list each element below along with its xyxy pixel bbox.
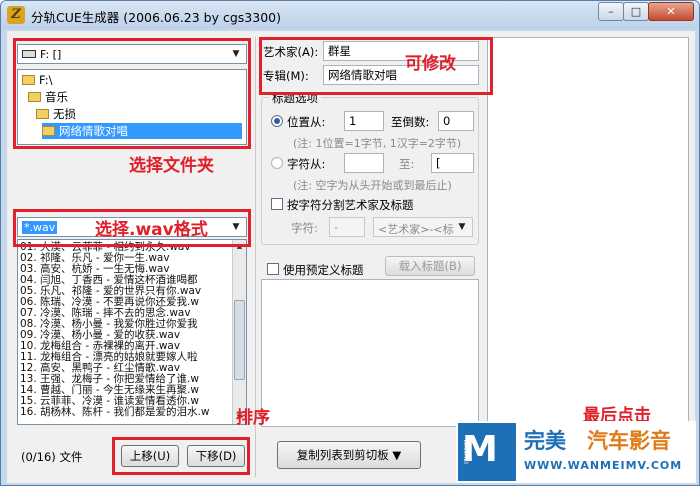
annotation-sort: 排序 — [236, 408, 270, 428]
watermark-logo: M WANMEI 完美 汽车影音 WWW.WANMEIMV.COM — [456, 421, 696, 483]
annotation-box-sort — [112, 437, 250, 475]
scrollbar-thumb[interactable] — [234, 300, 245, 380]
predef-title-checkbox[interactable] — [267, 263, 279, 275]
chevron-down-icon[interactable]: ▼ — [454, 219, 470, 235]
split-artist-checkbox[interactable] — [271, 198, 283, 210]
split-artist-label: 按字符分割艺术家及标题 — [287, 198, 414, 212]
char-to-field[interactable]: [ — [431, 153, 474, 173]
list-item[interactable]: 16. 胡杨林、陈杆 - 我们都是爱的泪水.w — [20, 407, 209, 418]
app-window: Z 分轨CUE生成器 (2006.06.23 by cgs3300) – □ ✕… — [0, 0, 700, 486]
title-bar[interactable]: Z 分轨CUE生成器 (2006.06.23 by cgs3300) – □ ✕ — [1, 1, 699, 29]
char-radio[interactable] — [271, 157, 283, 169]
close-button[interactable]: ✕ — [648, 2, 694, 21]
brand-mark-side-text: WANMEI — [462, 439, 469, 464]
annotation-modifiable: 可修改 — [405, 54, 456, 74]
app-icon: Z — [7, 6, 25, 24]
brand-url: WWW.WANMEIMV.COM — [524, 459, 683, 472]
cue-output-area[interactable] — [487, 37, 689, 427]
file-list[interactable]: 01. 大漠、云菲菲 - 相约到永久.wav 02. 祁隆、乐凡 - 爱你一生.… — [17, 239, 247, 425]
annotation-box-folder — [13, 38, 251, 149]
position-from-field[interactable]: 1 — [344, 111, 384, 131]
brand-name-primary: 完美 — [524, 429, 566, 453]
predef-title-editor[interactable] — [261, 279, 479, 427]
position-radio[interactable] — [271, 115, 283, 127]
annotation-box-fields — [259, 37, 493, 95]
position-from-label: 位置从: — [287, 115, 326, 129]
to-end-field[interactable]: 0 — [438, 111, 474, 131]
brand-mark: M WANMEI — [458, 423, 516, 481]
brand-name-secondary: 汽车影音 — [587, 429, 671, 453]
annotation-select-wav: 选择.wav格式 — [95, 220, 208, 240]
window-title: 分轨CUE生成器 (2006.06.23 by cgs3300) — [31, 10, 281, 25]
predef-title-label: 使用预定义标题 — [283, 263, 364, 277]
char-from-label: 字符从: — [287, 157, 326, 171]
char-to-label: 至: — [399, 157, 415, 171]
to-end-label: 至倒数: — [391, 115, 430, 129]
copy-clipboard-button[interactable]: 复制列表到剪切板 ▼ — [277, 441, 421, 469]
position-note: (注: 1位置=1字节, 1汉字=2字节) — [293, 137, 462, 150]
split-char-field[interactable]: - — [329, 217, 365, 237]
char-note: (注: 空字为从头开始或到最后止) — [293, 179, 452, 192]
order-combo-text: <艺术家>-<标 — [378, 223, 454, 236]
char-label: 字符: — [291, 221, 318, 235]
annotation-select-folder: 选择文件夹 — [129, 156, 214, 176]
file-list-scrollbar[interactable]: ▲ ▼ — [232, 240, 246, 424]
char-from-field[interactable] — [344, 153, 384, 173]
load-title-button[interactable]: 载入标题(B) — [385, 256, 475, 276]
maximize-button[interactable]: □ — [623, 2, 649, 21]
minimize-button[interactable]: – — [598, 2, 624, 21]
file-count: (0/16) 文件 — [21, 450, 83, 464]
order-combo[interactable]: <艺术家>-<标 ▼ — [373, 217, 473, 237]
